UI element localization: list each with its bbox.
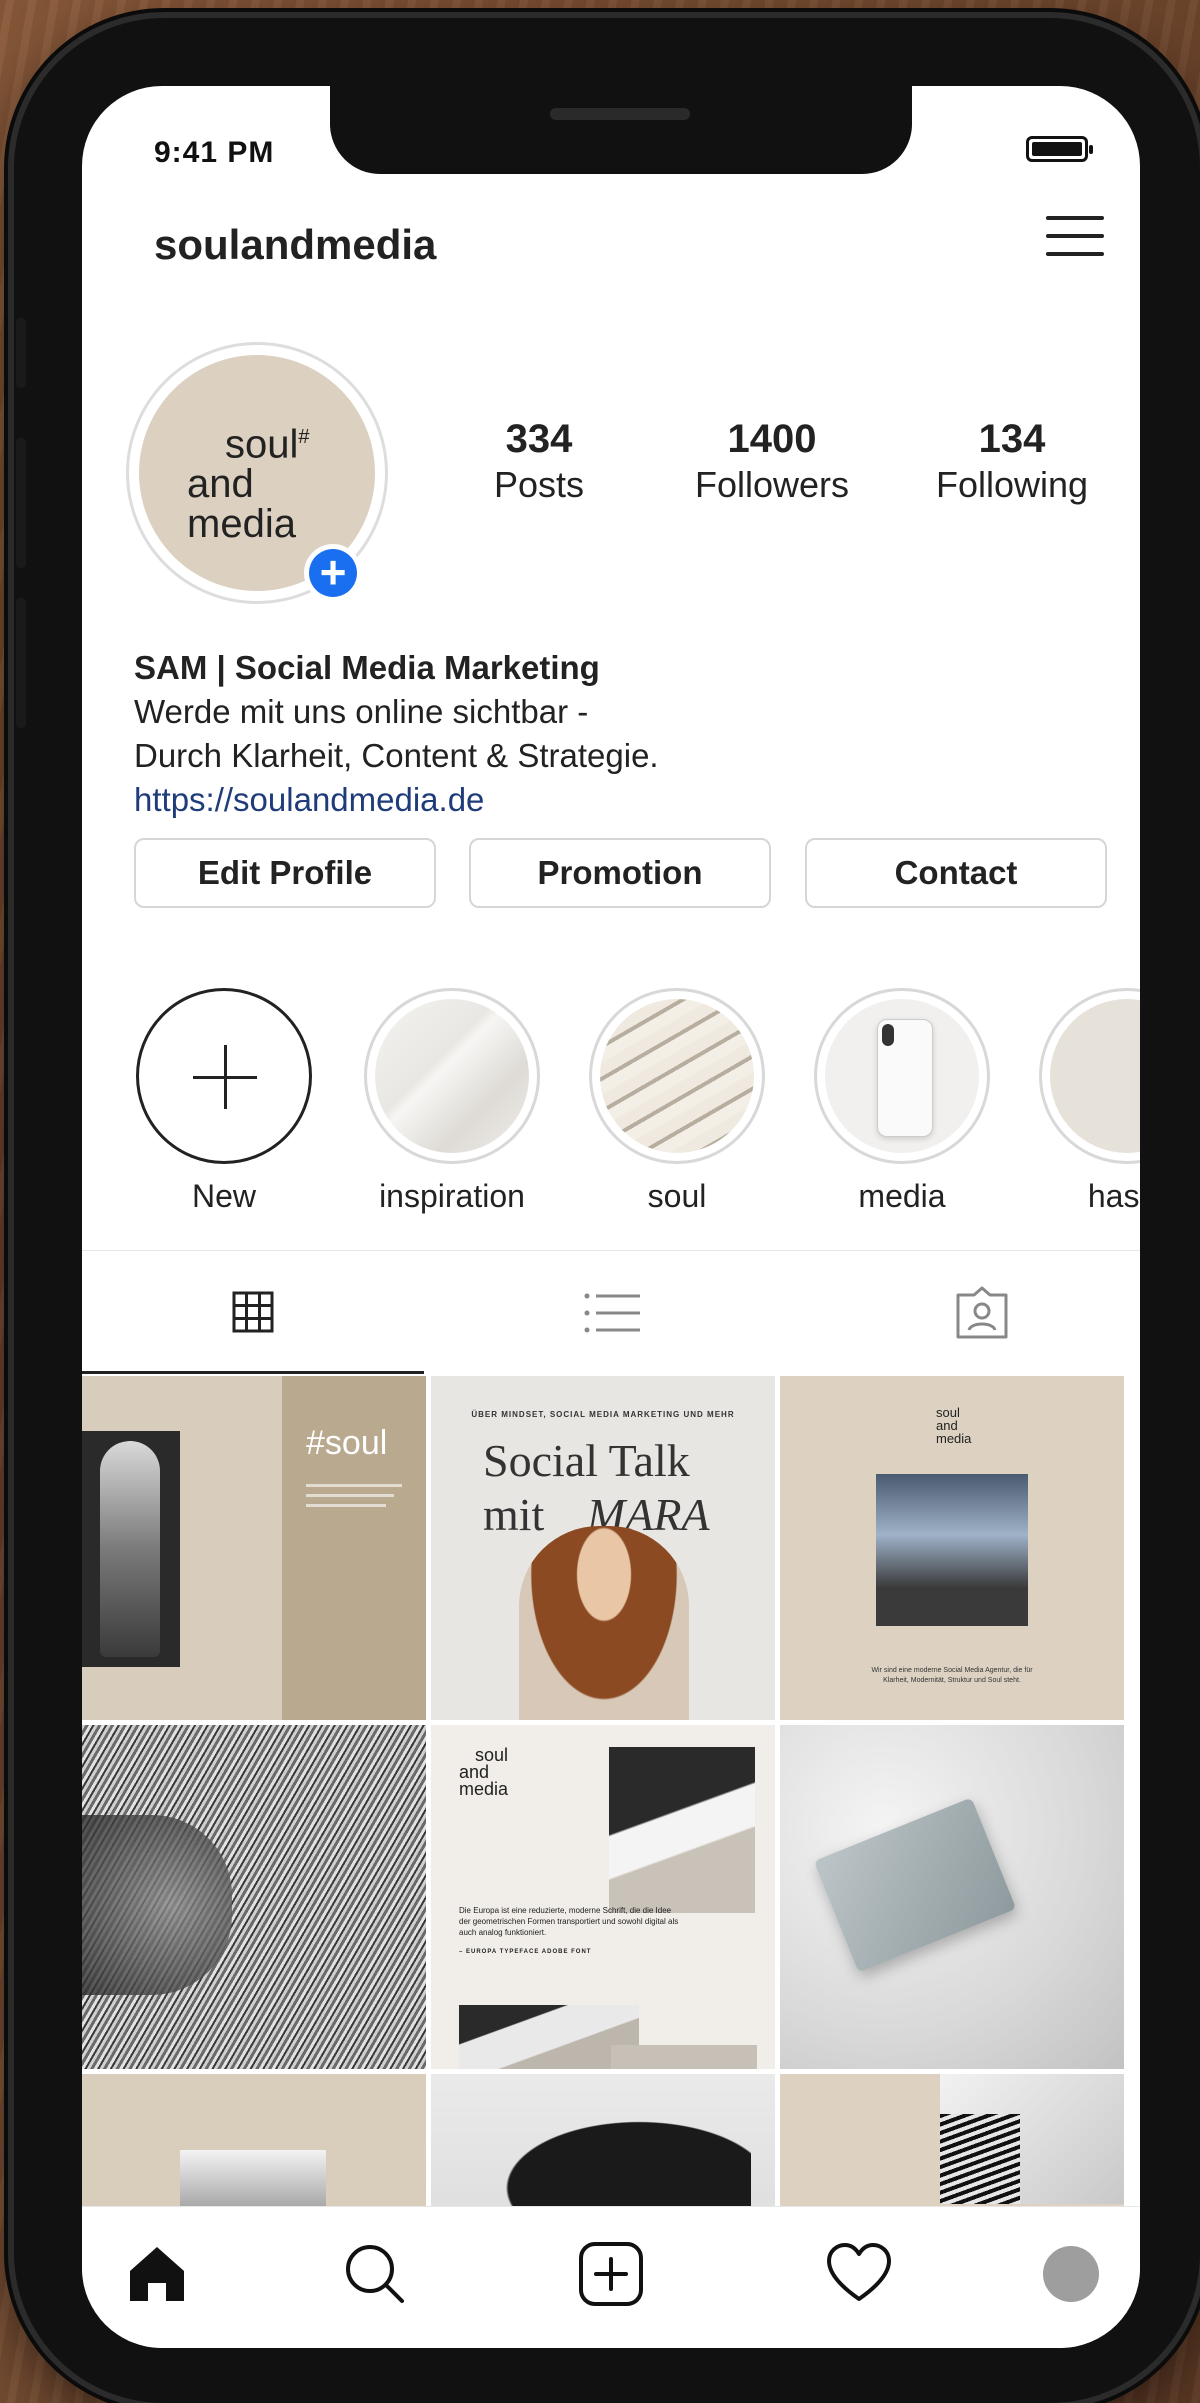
post-image xyxy=(940,2114,1020,2204)
highlight-hashtag[interactable]: hasht xyxy=(1039,988,1140,1215)
profile-bio: SAM | Social Media Marketing Werde mit u… xyxy=(134,646,1094,822)
post-social-talk[interactable]: ÜBER MINDSET, SOCIAL MEDIA MARKETING UND… xyxy=(431,1376,775,1720)
avatar-logo-and: and xyxy=(187,462,254,507)
highlight-cover xyxy=(1050,999,1140,1153)
volume-up-button xyxy=(16,438,26,568)
stat-followers[interactable]: 1400 Followers xyxy=(662,416,882,508)
highlight-cover xyxy=(825,999,979,1153)
post-photo-hair[interactable] xyxy=(82,1725,426,2069)
hamburger-menu-icon[interactable] xyxy=(1046,214,1104,258)
profile-tabs xyxy=(82,1250,1140,1374)
phone-image xyxy=(877,1019,933,1137)
stat-following-value: 134 xyxy=(978,417,1046,461)
avatar-logo-mark: # xyxy=(298,426,310,448)
post-kicker: ÜBER MINDSET, SOCIAL MEDIA MARKETING UND… xyxy=(471,1410,735,1419)
avatar-logo-media: media xyxy=(187,502,296,547)
stat-following-label: Following xyxy=(935,464,1089,505)
profile-username: soulandmedia xyxy=(154,221,437,268)
highlight-label: hasht xyxy=(1087,1178,1140,1214)
stat-posts[interactable]: 334 Posts xyxy=(464,416,614,508)
search-icon[interactable] xyxy=(340,2239,410,2309)
stat-posts-label: Posts xyxy=(493,464,585,505)
highlight-label: inspiration xyxy=(379,1178,525,1214)
stat-posts-value: 334 xyxy=(505,417,573,461)
post-europa-font[interactable]: soul and media Die Europa ist eine reduz… xyxy=(431,1725,775,2069)
grid-icon xyxy=(232,1291,274,1333)
post-photo[interactable] xyxy=(780,2074,1124,2206)
tagged-icon xyxy=(956,1286,1008,1339)
post-photo[interactable] xyxy=(82,2074,426,2206)
phone-frame: 9:41 PM soulandmedia soul# and media + 3… xyxy=(14,18,1200,2403)
post-body: Die Europa ist eine reduzierte, moderne … xyxy=(459,1906,679,1937)
bio-line: Werde mit uns online sichtbar - xyxy=(134,693,589,730)
battery-icon xyxy=(1026,136,1093,162)
post-title: mit xyxy=(483,1489,545,1540)
heart-icon[interactable] xyxy=(824,2239,894,2309)
add-post-icon[interactable] xyxy=(576,2239,646,2309)
post-image xyxy=(82,1815,232,1995)
post-photo[interactable] xyxy=(431,2074,775,2206)
post-soul[interactable]: #soul xyxy=(82,1376,426,1720)
post-logo: media xyxy=(936,1431,972,1446)
tab-list[interactable] xyxy=(434,1251,784,1373)
phone-screen: 9:41 PM soulandmedia soul# and media + 3… xyxy=(82,86,1140,2348)
bottom-navigation xyxy=(82,2206,1140,2348)
highlight-media[interactable]: media xyxy=(814,988,990,1215)
contact-button[interactable]: Contact xyxy=(805,838,1107,908)
bio-line: Durch Klarheit, Content & Strategie. xyxy=(134,737,659,774)
edit-profile-button[interactable]: Edit Profile xyxy=(134,838,436,908)
list-icon xyxy=(584,1293,640,1333)
post-caption: Wir sind eine moderne Social Media Agent… xyxy=(871,1667,1033,1684)
post-agency[interactable]: soul and media Wir sind eine moderne Soc… xyxy=(780,1376,1124,1720)
post-title: Social Talk xyxy=(483,1435,690,1486)
volume-down-button xyxy=(16,598,26,728)
highlight-inspiration[interactable]: inspiration xyxy=(364,988,540,1215)
bio-website-link[interactable]: https://soulandmedia.de xyxy=(134,778,1094,822)
home-icon[interactable] xyxy=(122,2239,192,2309)
post-photo-laptop[interactable] xyxy=(780,1725,1124,2069)
posts-grid: #soul ÜBER MINDSET, SOCIAL MEDIA MARKETI… xyxy=(82,1376,1140,2206)
active-tab-indicator xyxy=(82,1371,424,1374)
highlight-label: media xyxy=(858,1178,946,1214)
highlight-new[interactable]: New xyxy=(136,988,312,1215)
post-image xyxy=(813,1797,1017,1973)
highlight-cover xyxy=(600,999,754,1153)
stat-followers-value: 1400 xyxy=(727,417,817,461)
promotion-button[interactable]: Promotion xyxy=(469,838,771,908)
post-image xyxy=(82,1431,180,1667)
post-credit: – EUROPA TYPEFACE ADOBE FONT xyxy=(459,1949,592,1955)
post-image xyxy=(876,1474,1028,1626)
avatar-logo-soul: soul xyxy=(225,422,299,467)
highlight-label: soul xyxy=(647,1178,707,1214)
stat-following[interactable]: 134 Following xyxy=(902,416,1122,508)
post-image xyxy=(609,1747,755,1913)
tab-tagged[interactable] xyxy=(792,1251,1140,1373)
mute-switch xyxy=(16,318,26,388)
bio-name: SAM | Social Media Marketing xyxy=(134,649,600,686)
tab-grid[interactable] xyxy=(82,1251,424,1373)
add-story-button[interactable]: + xyxy=(304,544,362,602)
highlight-soul[interactable]: soul xyxy=(589,988,765,1215)
stat-followers-label: Followers xyxy=(694,464,850,505)
profile-icon[interactable] xyxy=(1036,2239,1106,2309)
status-time: 9:41 PM xyxy=(154,136,275,169)
notch xyxy=(330,86,912,174)
post-image xyxy=(519,1526,689,1720)
avatar-logo: soul# and media xyxy=(187,417,310,544)
post-image xyxy=(180,2150,326,2206)
highlight-cover xyxy=(375,999,529,1153)
post-logo: media xyxy=(459,1779,509,1799)
plus-icon: + xyxy=(309,549,357,597)
post-image xyxy=(471,2104,751,2206)
post-title: #soul xyxy=(306,1424,388,1462)
highlight-label: New xyxy=(191,1178,256,1214)
